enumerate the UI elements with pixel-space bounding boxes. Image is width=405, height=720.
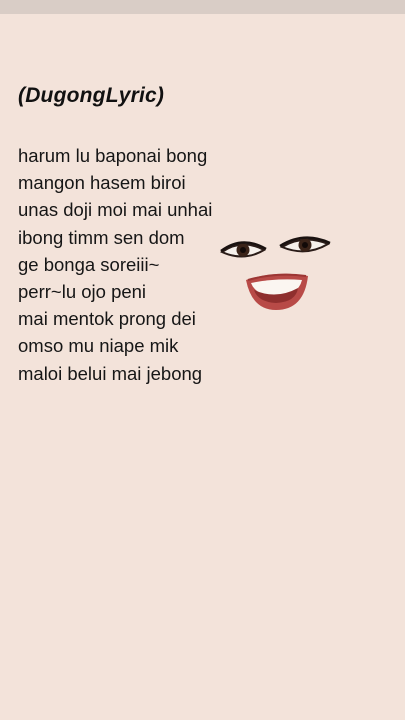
lyric-line: maloi belui mai jebong (18, 362, 203, 384)
face-sticker (218, 230, 333, 315)
lyric-line: mangon hasem biroi (18, 172, 186, 194)
smiling-face-icon (219, 236, 331, 310)
lyric-line: harum lu baponai bong (18, 145, 208, 166)
left-eye (219, 241, 267, 258)
status-bar (0, 0, 405, 14)
lyric-line: omso mu niape mik (18, 335, 179, 357)
lyric-line: unas doji moi mai unhai (18, 199, 213, 221)
smiling-mouth (246, 273, 308, 310)
right-eye (279, 236, 331, 253)
note-title: (DugongLyric) (18, 84, 165, 107)
